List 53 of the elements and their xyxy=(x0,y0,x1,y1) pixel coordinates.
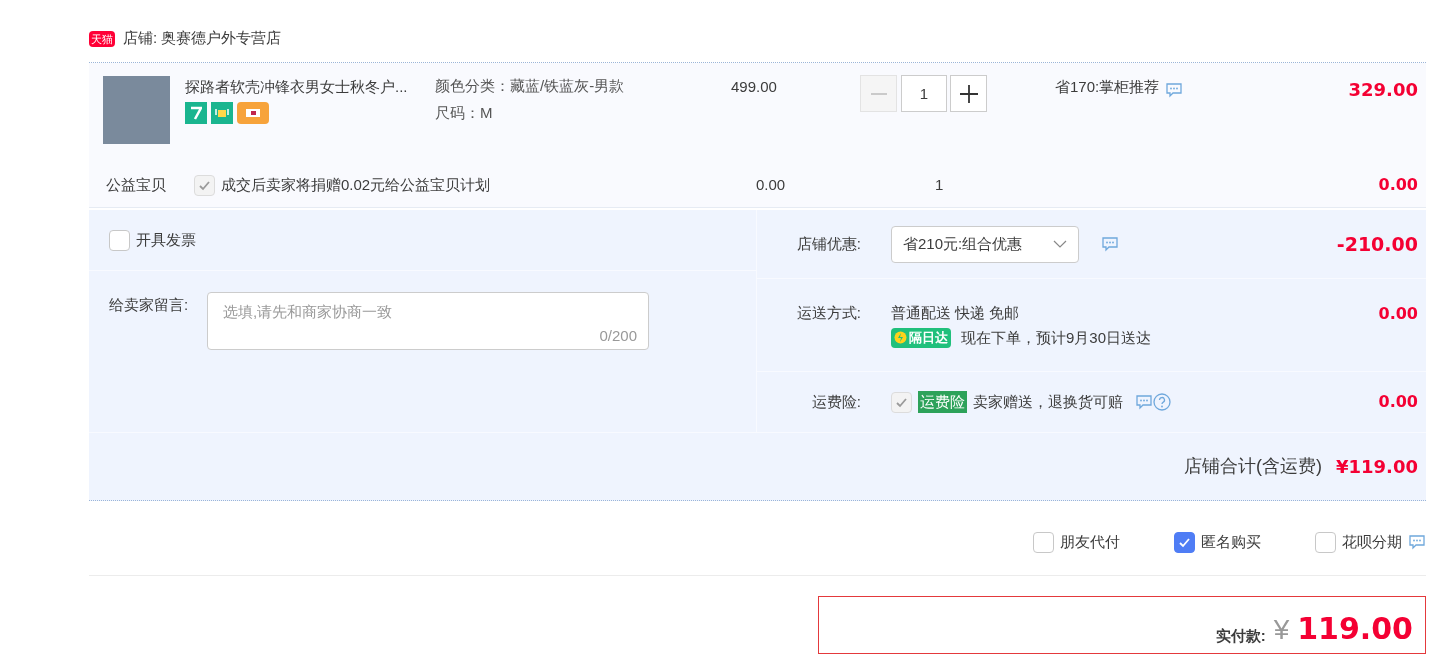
store-total-amount: ¥119.00 xyxy=(1336,455,1418,479)
charity-subtotal: 0.00 xyxy=(1377,174,1419,196)
chat-bubble-icon[interactable] xyxy=(1165,82,1184,98)
option-label[interactable]: 匿名购买 xyxy=(1201,530,1261,554)
store-badge: 天猫 xyxy=(89,30,115,47)
checkbox[interactable] xyxy=(1315,531,1336,553)
unit-price: 499.00 xyxy=(731,77,778,97)
checkbox[interactable] xyxy=(1033,531,1054,553)
option-label[interactable]: 花呗分期 xyxy=(1342,530,1402,554)
help-icon[interactable] xyxy=(1153,393,1171,411)
chat-bubble-icon[interactable] xyxy=(1408,534,1426,550)
minus-icon xyxy=(870,92,887,95)
charity-label: 公益宝贝 xyxy=(106,174,167,195)
charity-price: 0.00 xyxy=(756,174,787,195)
shipping-method: 普通配送 快递 免邮 xyxy=(891,303,1021,323)
checkbox[interactable] xyxy=(1174,531,1195,553)
seven-day-return-icon xyxy=(185,101,207,124)
next-day-badge: 隔日达 xyxy=(891,328,951,348)
discount-dropdown[interactable]: 省210元:组合优惠 xyxy=(891,225,1079,263)
invoice-label[interactable]: 开具发票 xyxy=(136,228,196,252)
decrease-button[interactable] xyxy=(860,75,897,112)
store-name[interactable]: 店铺: 奥赛德户外专营店 xyxy=(123,27,282,50)
increase-button[interactable] xyxy=(950,75,987,112)
shipping-label: 运送方式: xyxy=(795,303,862,323)
checkbox[interactable] xyxy=(109,229,130,251)
credit-card-icon xyxy=(237,101,269,124)
sku-text: 颜色分类：藏蓝/铁蓝灰-男款 xyxy=(435,76,626,96)
insurance-label: 运费险: xyxy=(810,391,862,412)
character-counter: 0/200 xyxy=(599,325,637,346)
product-title[interactable]: 探路者软壳冲锋衣男女士秋冬户... xyxy=(185,76,435,99)
shipping-amount: 0.00 xyxy=(1377,303,1419,325)
insurance-amount: 0.00 xyxy=(1377,391,1419,413)
chat-bubble-icon[interactable] xyxy=(1135,394,1153,410)
currency-symbol: ¥ xyxy=(1273,613,1290,647)
store-discount-label: 店铺优惠: xyxy=(795,233,862,254)
message-label: 给卖家留言: xyxy=(109,295,190,315)
delivery-estimate: 现在下单，预计9月30日送达 xyxy=(961,327,1152,348)
plus-icon xyxy=(959,84,978,103)
chevron-down-icon xyxy=(1053,240,1067,248)
store-discount-amount: -210.00 xyxy=(1335,231,1419,257)
sku-text: 尺码：M xyxy=(435,103,494,123)
insurance-text: 卖家赠送，退换货可赔 xyxy=(973,391,1123,412)
charity-text: 成交后卖家将捐赠0.02元给公益宝贝计划 xyxy=(221,174,492,195)
subtotal: 329.00 xyxy=(1347,78,1419,102)
payment-label: 实付款: xyxy=(1215,625,1266,646)
charity-quantity: 1 xyxy=(935,174,945,195)
discount-text: 省170:掌柜推荐 xyxy=(1055,77,1160,97)
insurance-badge: 运费险 xyxy=(918,390,967,414)
quantity-field[interactable]: 1 xyxy=(901,75,947,112)
store-total-label: 店铺合计(含运费) xyxy=(1184,455,1322,478)
chat-bubble-icon[interactable] xyxy=(1101,236,1119,252)
payment-amount: 119.00 xyxy=(1297,610,1413,648)
option-label[interactable]: 朋友代付 xyxy=(1060,530,1120,554)
